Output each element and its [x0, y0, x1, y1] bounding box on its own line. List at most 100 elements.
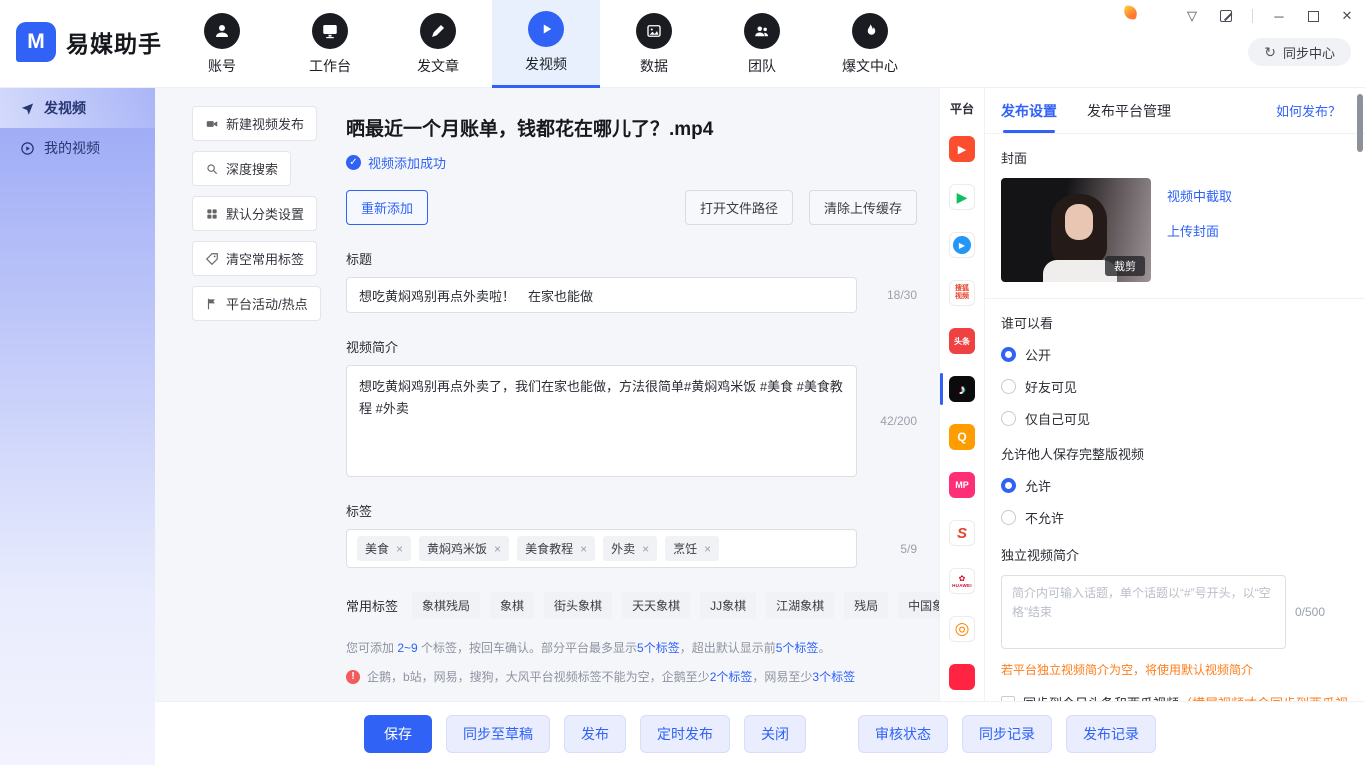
radio-label: 允许 [1025, 476, 1051, 495]
sohu-video-icon: 搜狐视频 [955, 285, 970, 301]
tag-label: 美食教程 [525, 540, 573, 557]
open-file-path-button[interactable]: 打开文件路径 [685, 190, 793, 225]
hint-highlight: 5个标签 [776, 641, 819, 655]
sync-center-button[interactable]: ↻ 同步中心 [1248, 38, 1351, 66]
crop-button[interactable]: 裁剪 [1105, 256, 1145, 276]
collapse-icon[interactable]: ▽ [1184, 8, 1200, 24]
tag-remove-icon[interactable]: × [580, 542, 587, 556]
tool-label: 新建视频发布 [226, 114, 304, 133]
radio-selected-icon [1001, 347, 1016, 362]
tab-platform-management[interactable]: 发布平台管理 [1087, 88, 1171, 133]
readd-video-button[interactable]: 重新添加 [346, 190, 428, 225]
hint-text: 。 [818, 641, 830, 655]
visibility-option-friends[interactable]: 好友可见 [1001, 377, 1349, 396]
common-tag[interactable]: 残局 [844, 592, 888, 619]
skin-edit-icon[interactable] [1218, 8, 1234, 24]
default-category-settings-button[interactable]: 默认分类设置 [192, 196, 317, 231]
platform-item-tencent-video[interactable]: ▶ [940, 173, 984, 221]
common-tag[interactable]: 中国象棋 [898, 592, 939, 619]
cover-thumbnail[interactable]: 裁剪 [1001, 178, 1151, 282]
platform-item-qq[interactable]: Q [940, 413, 984, 461]
common-tag[interactable]: 象棋 [490, 592, 534, 619]
send-icon [20, 101, 35, 116]
independent-desc-textarea[interactable] [1001, 575, 1286, 649]
platform-item-sohu-hao[interactable]: S [940, 509, 984, 557]
content-area: 新建视频发布 深度搜索 默认分类设置 清空常用标签 平台活动/热点 晒最近一个月… [155, 88, 1365, 701]
panel-scrollbar[interactable] [1357, 94, 1363, 152]
nav-item-publish-video[interactable]: 发视频 [492, 0, 600, 88]
nav-item-account[interactable]: 账号 [168, 0, 276, 88]
common-tag[interactable]: JJ象棋 [700, 592, 756, 619]
visibility-option-public[interactable]: 公开 [1001, 345, 1349, 364]
platform-item-huawei[interactable]: ✿HUAWEI [940, 557, 984, 605]
platform-item-meipai[interactable]: MP [940, 461, 984, 509]
tool-label: 平台活动/热点 [226, 294, 308, 313]
independent-desc-counter: 0/500 [1295, 605, 1325, 619]
sync-to-draft-button[interactable]: 同步至草稿 [446, 715, 550, 753]
close-icon[interactable]: ✕ [1339, 8, 1355, 24]
platform-item-xiaohongshu[interactable] [940, 653, 984, 701]
publish-button[interactable]: 发布 [564, 715, 626, 753]
settings-panel: 发布设置 发布平台管理 如何发布？ 封面 裁剪 视频中截取 上传封面 [985, 88, 1365, 701]
nav-item-workbench[interactable]: 工作台 [276, 0, 384, 88]
schedule-publish-button[interactable]: 定时发布 [640, 715, 730, 753]
tag-remove-icon[interactable]: × [396, 542, 403, 556]
common-tag[interactable]: 天天象棋 [622, 592, 690, 619]
title-input[interactable] [346, 277, 857, 313]
nav-label: 发文章 [417, 56, 459, 76]
sidebar-item-label: 我的视频 [44, 138, 100, 158]
sync-log-button[interactable]: 同步记录 [962, 715, 1052, 753]
visibility-option-private[interactable]: 仅自己可见 [1001, 409, 1349, 428]
save-button[interactable]: 保存 [364, 715, 432, 753]
tag-remove-icon[interactable]: × [494, 542, 501, 556]
capture-from-video-link[interactable]: 视频中截取 [1167, 186, 1232, 205]
tags-input-box[interactable]: 美食× 黄焖鸡米饭× 美食教程× 外卖× 烹饪× [346, 529, 857, 568]
nav-item-data[interactable]: 数据 [600, 0, 708, 88]
platform-item-hot-video[interactable]: ▶ [940, 125, 984, 173]
settings-tabs: 发布设置 发布平台管理 如何发布？ [985, 88, 1365, 134]
common-tag[interactable]: 江湖象棋 [766, 592, 834, 619]
allow-save-option-allow[interactable]: 允许 [1001, 476, 1349, 495]
team-icon [744, 13, 780, 49]
tag-remove-icon[interactable]: × [642, 542, 649, 556]
window-controls: ▽ ─ ✕ [1184, 8, 1355, 24]
deep-search-button[interactable]: 深度搜索 [192, 151, 291, 186]
how-to-publish-link[interactable]: 如何发布？ [1276, 101, 1341, 120]
tag-remove-icon[interactable]: × [704, 542, 711, 556]
file-actions: 重新添加 打开文件路径 清除上传缓存 [346, 190, 917, 225]
platform-item-sohu-video[interactable]: 搜狐视频 [940, 269, 984, 317]
sync-toutiao-checkbox-row[interactable]: 同步到今日头条和西瓜视频（横屏视频才会同步到西瓜视频） [1001, 694, 1349, 701]
nav-item-hot-center[interactable]: 爆文中心 [816, 0, 924, 88]
minimize-icon[interactable]: ─ [1271, 8, 1287, 24]
clear-upload-cache-button[interactable]: 清除上传缓存 [809, 190, 917, 225]
tab-publish-settings[interactable]: 发布设置 [1001, 88, 1057, 133]
allow-save-option-deny[interactable]: 不允许 [1001, 508, 1349, 527]
radio-icon [1001, 411, 1016, 426]
flag-icon [205, 297, 219, 311]
refresh-icon: ↻ [1264, 44, 1276, 61]
common-tag[interactable]: 象棋残局 [412, 592, 480, 619]
description-textarea[interactable]: 想吃黄焖鸡别再点外卖了，我们在家也能做，方法很简单#黄焖鸡米饭 #美食 #美食教… [346, 365, 857, 477]
nav-item-publish-article[interactable]: 发文章 [384, 0, 492, 88]
platform-activity-button[interactable]: 平台活动/热点 [192, 286, 321, 321]
header-bar: M 易媒助手 账号 工作台 发文章 [0, 0, 1365, 88]
maximize-icon[interactable] [1305, 8, 1321, 24]
platform-item-douyin[interactable]: ♪ [940, 365, 984, 413]
clear-common-tags-button[interactable]: 清空常用标签 [192, 241, 317, 276]
cover-label: 封面 [1001, 148, 1349, 167]
platform-item-toutiao[interactable]: 头条 [940, 317, 984, 365]
play-icon [528, 11, 564, 47]
review-status-button[interactable]: 审核状态 [858, 715, 948, 753]
close-button[interactable]: 关闭 [744, 715, 806, 753]
sidebar-item-my-videos[interactable]: 我的视频 [0, 128, 155, 168]
nav-label: 数据 [640, 56, 668, 76]
platform-item-haokan-video[interactable]: ▶ [940, 221, 984, 269]
platform-item-weibo[interactable]: ◎ [940, 605, 984, 653]
upload-cover-link[interactable]: 上传封面 [1167, 221, 1232, 240]
publish-log-button[interactable]: 发布记录 [1066, 715, 1156, 753]
tag-chip: 外卖× [603, 536, 657, 561]
new-video-publish-button[interactable]: 新建视频发布 [192, 106, 317, 141]
nav-item-team[interactable]: 团队 [708, 0, 816, 88]
sidebar-item-publish-video[interactable]: 发视频 [0, 88, 155, 128]
common-tag[interactable]: 街头象棋 [544, 592, 612, 619]
